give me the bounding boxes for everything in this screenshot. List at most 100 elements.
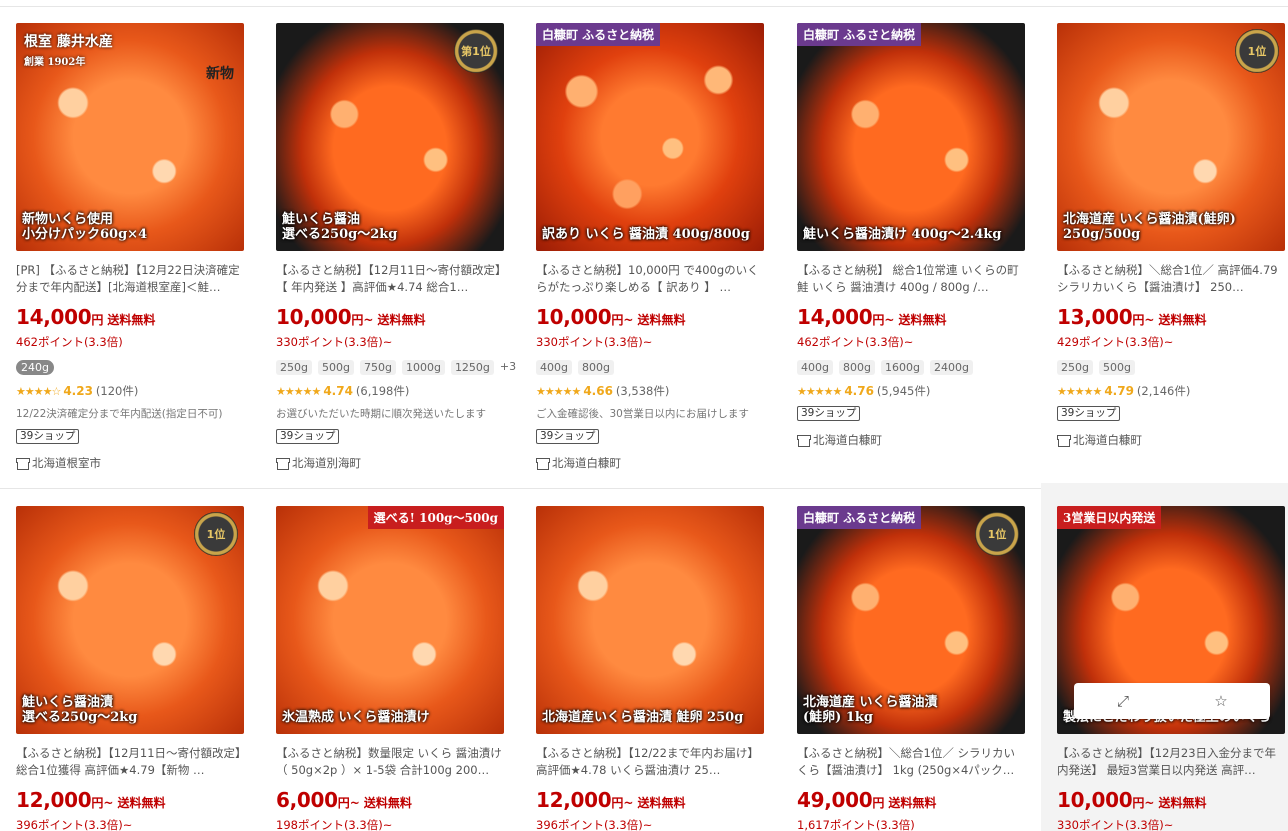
product-title[interactable]: 【ふるさと納税】 総合1位常連 いくらの町 鮭 いくら 醤油漬け 400g / …: [797, 262, 1025, 296]
rating[interactable]: ★★★★★ 4.74 (6,198件): [276, 383, 409, 399]
new-label: 新物: [206, 66, 234, 82]
image-caption: 氷温熟成 いくら醤油漬け: [282, 710, 430, 726]
shop-location[interactable]: 北海道白糠町: [536, 455, 621, 471]
product-card[interactable]: 白糠町 ふるさと納税鮭いくら醤油漬け 400g～2.4kg 【ふるさと納税】 総合…: [781, 0, 1041, 483]
product-title[interactable]: 【ふるさと納税】【12月11日～寄付額改定】総合1位獲得 高評価★4.79【新物…: [16, 745, 244, 779]
image-caption: 北海道産 いくら醤油漬 (鮭卵) 1kg: [803, 694, 938, 726]
variant-chip[interactable]: 800g: [838, 360, 875, 375]
price-line: 49,000円 送料無料: [797, 788, 1037, 812]
shop-name: 北海道白糠町: [1073, 433, 1142, 447]
product-card[interactable]: 第1位 鮭いくら醤油 選べる250g～2kg 【ふるさと納税】【12月11日～寄付額…: [260, 0, 520, 483]
product-image[interactable]: 第1位 鮭いくら醤油 選べる250g～2kg: [276, 23, 504, 251]
product-card[interactable]: 白糠町 ふるさと納税 訳あり いくら 醤油漬 400g/800g 【ふるさと納税】1…: [520, 0, 780, 483]
price-line: 14,000円~ 送料無料: [797, 305, 1037, 329]
variant-chip[interactable]: 400g: [536, 360, 572, 375]
variant-chip[interactable]: 400g: [797, 360, 833, 375]
product-card[interactable]: 選べる! 100g～500g 氷温熟成 いくら醤油漬け【ふるさと納税】数量限定 い…: [260, 483, 520, 831]
points-text: 330ポイント(3.3倍)~: [1057, 818, 1174, 831]
price-value: 6,000: [276, 788, 338, 812]
product-title[interactable]: 【ふるさと納税】【12月23日入金分まで年内発送】 最短3営業日以内発送 高評…: [1057, 745, 1285, 779]
roe-photo: [276, 506, 504, 734]
founded-text: 創業 1902年: [24, 57, 86, 68]
free-shipping-label: 送料無料: [898, 313, 947, 327]
price-suffix: 円~: [1132, 796, 1155, 810]
product-image[interactable]: 1位 鮭いくら醤油漬 選べる250g～2kg: [16, 506, 244, 734]
rating[interactable]: ★★★★☆ 4.23 (120件): [16, 383, 138, 399]
shop-location[interactable]: 北海道白糠町: [797, 432, 882, 448]
product-title[interactable]: 【ふるさと納税】【12月11日～寄付額改定】【 年内発送 】高評価★4.74 総…: [276, 262, 504, 296]
rating-value: 4.74: [323, 384, 353, 398]
product-card[interactable]: 北海道産いくら醤油漬 鮭卵 250g 【ふるさと納税】【12/22まで年内お届け】…: [520, 483, 780, 831]
rank-badge: 1位: [194, 512, 238, 556]
variant-chip[interactable]: 2400g: [929, 360, 973, 375]
variant-chip[interactable]: 1000g: [401, 360, 445, 375]
price-value: 49,000: [797, 788, 873, 812]
variant-chips: 400g 800g: [536, 360, 614, 375]
points-text: 462ポイント(3.3倍)~: [797, 335, 914, 349]
free-shipping-label: 送料無料: [1158, 313, 1207, 327]
product-card[interactable]: 3営業日以内発送製法にこだわり抜いた極上のいくら【ふるさと納税】【12月23日入…: [1041, 483, 1288, 831]
review-count: (2,146件): [1136, 384, 1191, 398]
product-title[interactable]: 【ふるさと納税】【12/22まで年内お届け】 高評価★4.78 いくら醤油漬け …: [536, 745, 764, 779]
product-image[interactable]: 白糠町 ふるさと納税鮭いくら醤油漬け 400g～2.4kg: [797, 23, 1025, 251]
shop-39-badge: 39ショップ: [797, 406, 861, 421]
image-caption: 北海道産いくら醤油漬 鮭卵 250g: [542, 710, 744, 726]
variant-chip[interactable]: 250g: [276, 360, 312, 375]
shop-location[interactable]: 北海道白糠町: [1057, 432, 1142, 448]
shop-location[interactable]: 北海道別海町: [276, 455, 361, 471]
variant-chip[interactable]: 1600g: [880, 360, 924, 375]
product-title[interactable]: 【ふるさと納税】10,000円 で400gのいくらがたっぷり楽しめる【 訳あり …: [536, 262, 764, 296]
image-caption: 鮭いくら醤油漬け 400g～2.4kg: [803, 227, 1002, 243]
shop-location[interactable]: 北海道根室市: [16, 455, 101, 471]
product-title[interactable]: 【ふるさと納税】＼総合1位／ シラリカいくら【醤油漬け】 1kg (250g×4…: [797, 745, 1025, 779]
product-card[interactable]: 1位 鮭いくら醤油漬 選べる250g～2kg 【ふるさと納税】【12月11日～寄付額…: [0, 483, 260, 831]
points-text: 462ポイント(3.3倍): [16, 335, 123, 349]
image-tag: 白糠町 ふるさと納税: [797, 23, 922, 46]
variant-chip[interactable]: 250g: [1057, 360, 1093, 375]
product-image[interactable]: 白糠町 ふるさと納税 1位 北海道産 いくら醤油漬 (鮭卵) 1kg: [797, 506, 1025, 734]
price-line: 6,000円~ 送料無料: [276, 788, 516, 812]
review-count: (5,945件): [876, 384, 931, 398]
roe-photo: [536, 506, 764, 734]
shop-icon: [536, 457, 550, 470]
rating[interactable]: ★★★★★ 4.66 (3,538件): [536, 383, 669, 399]
shop-name: 北海道白糠町: [552, 456, 621, 470]
product-image[interactable]: 白糠町 ふるさと納税 訳あり いくら 醤油漬 400g/800g: [536, 23, 764, 251]
shop-39-badge: 39ショップ: [1057, 406, 1121, 421]
rating-value: 4.76: [844, 384, 874, 398]
favorite-star-icon[interactable]: ☆: [1172, 683, 1270, 719]
star-rating-icon: ★★★★★: [1057, 384, 1102, 398]
product-image[interactable]: 1位 北海道産 いくら醤油漬(鮭卵) 250g/500g: [1057, 23, 1285, 251]
rank-badge: 1位: [1235, 29, 1279, 73]
product-card[interactable]: 1位 北海道産 いくら醤油漬(鮭卵) 250g/500g 【ふるさと納税】＼総合1位…: [1041, 0, 1288, 483]
rating[interactable]: ★★★★★ 4.79 (2,146件): [1057, 383, 1190, 399]
variant-chip[interactable]: 240g: [16, 360, 54, 375]
shop-name: 北海道別海町: [292, 456, 361, 470]
product-image[interactable]: 根室 藤井水産 創業 1902年 新物 新物いくら使用 小分けパック60g×4: [16, 23, 244, 251]
price-suffix: 円~: [337, 796, 360, 810]
price-value: 10,000: [1057, 788, 1133, 812]
product-title[interactable]: 【ふるさと納税】数量限定 いくら 醤油漬け（ 50g×2p ）× 1-5袋 合計…: [276, 745, 504, 779]
product-title[interactable]: 【ふるさと納税】＼総合1位／ 高評価4.79 シラリカいくら【醤油漬け】 250…: [1057, 262, 1285, 296]
price-value: 12,000: [16, 788, 92, 812]
product-image[interactable]: 選べる! 100g～500g 氷温熟成 いくら醤油漬け: [276, 506, 504, 734]
variant-chip[interactable]: 800g: [577, 360, 614, 375]
variant-chip[interactable]: 500g: [1098, 360, 1135, 375]
shop-name: 北海道根室市: [32, 456, 101, 470]
product-title[interactable]: [PR] 【ふるさと納税】【12月22日決済確定分まで年内配送】[北海道根室産]…: [16, 262, 244, 296]
more-variants[interactable]: +3: [500, 360, 516, 375]
points-text: 396ポイント(3.3倍)~: [536, 818, 653, 831]
variant-chip[interactable]: 500g: [317, 360, 354, 375]
image-tag: 白糠町 ふるさと納税: [536, 23, 661, 46]
variant-chip[interactable]: 1250g: [450, 360, 494, 375]
variant-chips: 400g 800g 1600g 2400g: [797, 360, 973, 375]
product-card[interactable]: 根室 藤井水産 創業 1902年 新物 新物いくら使用 小分けパック60g×4 [PR]…: [0, 0, 260, 483]
free-shipping-label: 送料無料: [117, 796, 166, 810]
star-rating-icon: ★★★★★: [797, 384, 842, 398]
product-card[interactable]: 白糠町 ふるさと納税 1位 北海道産 いくら醤油漬 (鮭卵) 1kg 【ふるさと納税】…: [781, 483, 1041, 831]
product-image[interactable]: 北海道産いくら醤油漬 鮭卵 250g: [536, 506, 764, 734]
variant-chip[interactable]: 750g: [359, 360, 396, 375]
rating[interactable]: ★★★★★ 4.76 (5,945件): [797, 383, 930, 399]
expand-icon[interactable]: ⤢: [1074, 683, 1172, 719]
price-line: 12,000円~ 送料無料: [16, 788, 256, 812]
